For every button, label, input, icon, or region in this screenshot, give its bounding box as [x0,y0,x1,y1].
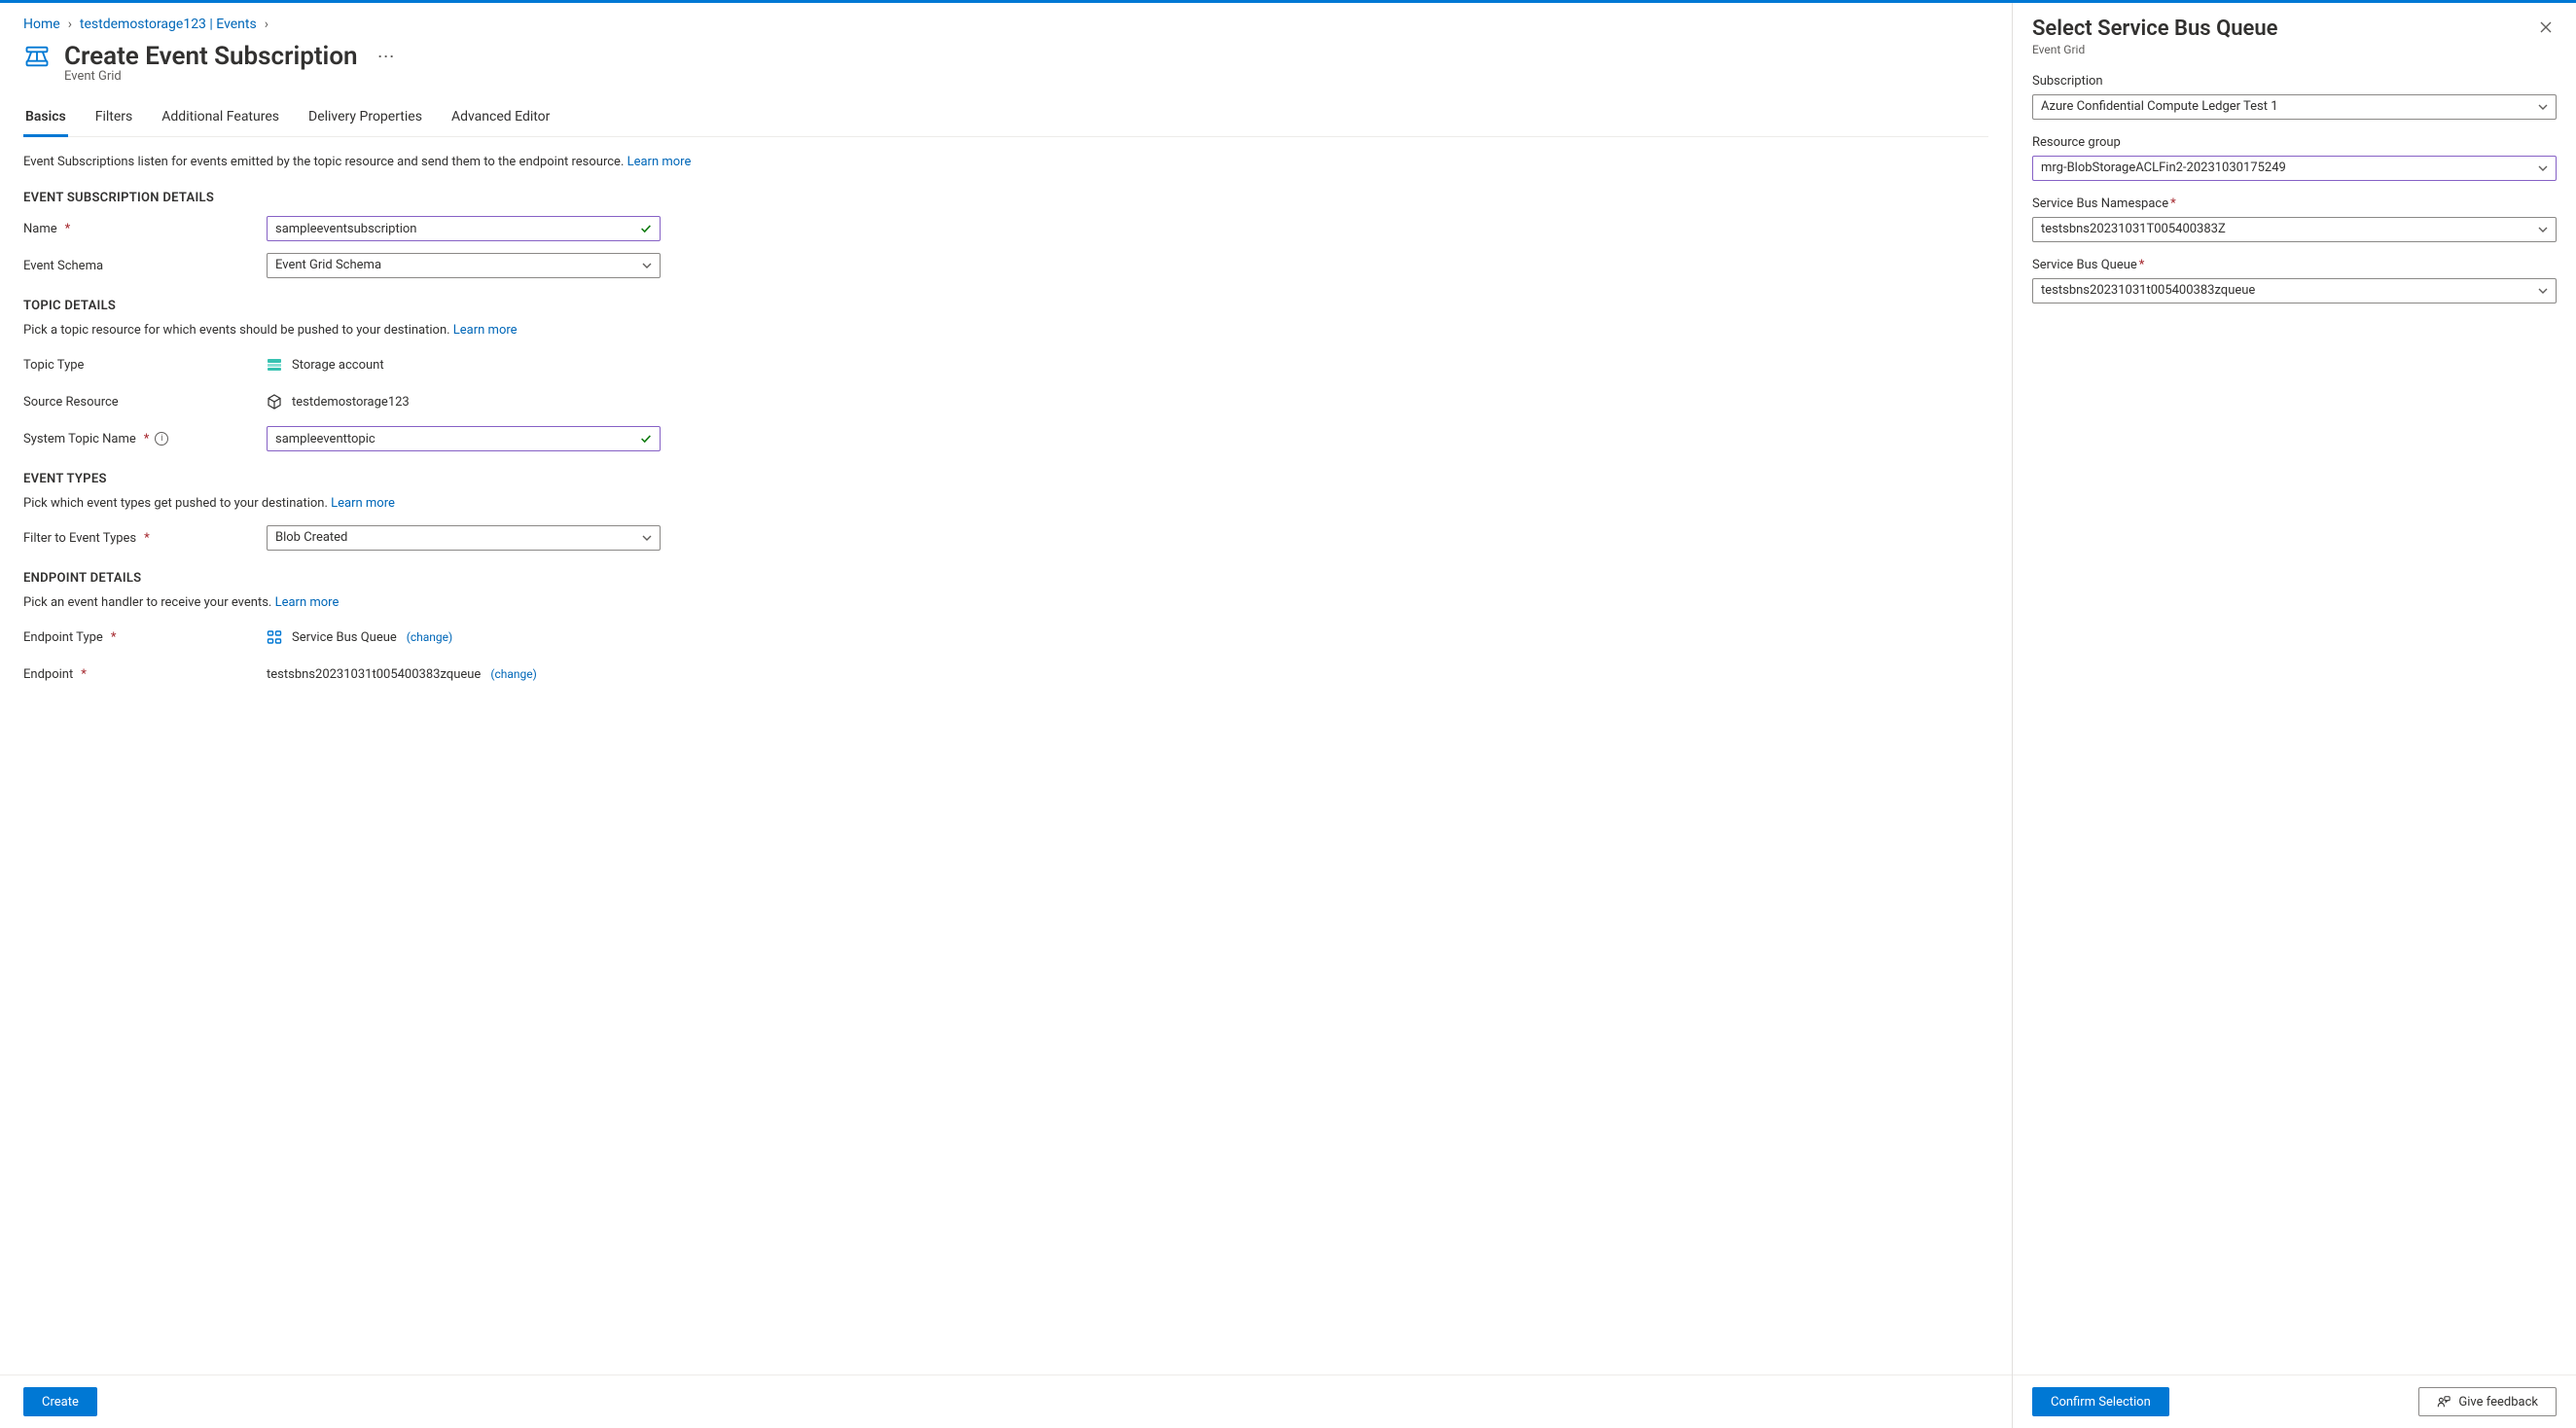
cube-icon [267,394,282,410]
panel-close-button[interactable] [2535,17,2557,38]
main-scroll: Home › testdemostorage123 | Events › Cre… [0,3,2012,1374]
subscription-name-input[interactable] [267,216,661,241]
page-header: Create Event Subscription ⋯ [23,42,1988,71]
label-subscription: Subscription [2032,74,2557,89]
give-feedback-button[interactable]: Give feedback [2418,1387,2557,1416]
storage-account-icon [267,357,282,373]
label-filter-event-types: Filter to Event Types* [23,531,267,546]
section-endpoint-details: ENDPOINT DETAILS [23,571,1988,586]
section-event-types: EVENT TYPES [23,472,1988,486]
select-queue-panel: Select Service Bus Queue Event Grid Subs… [2012,3,2576,1428]
main-pane: Home › testdemostorage123 | Events › Cre… [0,3,2012,1428]
breadcrumb-home[interactable]: Home [23,17,60,32]
endpoint-value: testsbns20231031t005400383zqueue [267,667,481,682]
endpoint-type-value: Service Bus Queue [292,630,397,645]
label-event-schema: Event Schema [23,259,267,273]
endpoint-learn-more[interactable]: Learn more [275,595,340,610]
intro-learn-more[interactable]: Learn more [627,155,692,169]
breadcrumb-resource[interactable]: testdemostorage123 | Events [80,17,257,32]
chevron-right-icon: › [265,17,268,32]
resource-group-select[interactable]: mrg-BlobStorageACLFin2-20231030175249 [2032,156,2557,181]
event-types-helper: Pick which event types get pushed to you… [23,496,1988,511]
page-subtitle: Event Grid [64,69,1988,84]
topic-helper: Pick a topic resource for which events s… [23,323,1988,338]
panel-title: Select Service Bus Queue [2032,17,2535,41]
label-source-resource: Source Resource [23,395,267,410]
panel-subtitle: Event Grid [2032,43,2535,56]
section-subscription-details: EVENT SUBSCRIPTION DETAILS [23,191,1988,205]
label-topic-type: Topic Type [23,358,267,373]
tab-additional-features[interactable]: Additional Features [160,101,281,137]
label-name: Name* [23,222,267,236]
endpoint-type-change[interactable]: change [407,630,452,644]
main-footer: Create [0,1374,2012,1428]
sb-namespace-select[interactable]: testsbns20231031T005400383Z [2032,217,2557,242]
filter-event-types-select[interactable]: Blob Created [267,525,661,551]
label-system-topic-name: System Topic Name* i [23,432,267,446]
label-sb-queue: Service Bus Queue* [2032,258,2557,272]
label-resource-group: Resource group [2032,135,2557,150]
source-resource-value: testdemostorage123 [292,395,410,410]
event-schema-select[interactable]: Event Grid Schema [267,253,661,278]
event-types-learn-more[interactable]: Learn more [331,496,395,511]
tab-advanced-editor[interactable]: Advanced Editor [449,101,552,137]
tab-basics[interactable]: Basics [23,101,68,137]
label-sb-namespace: Service Bus Namespace* [2032,196,2557,211]
chevron-right-icon: › [68,17,72,32]
more-actions-button[interactable]: ⋯ [372,43,401,71]
person-feedback-icon [2437,1395,2451,1409]
section-topic-details: TOPIC DETAILS [23,299,1988,313]
label-endpoint: Endpoint* [23,667,267,682]
label-endpoint-type: Endpoint Type* [23,630,267,645]
endpoint-change[interactable]: change [490,667,536,681]
info-icon[interactable]: i [155,432,168,446]
sb-queue-select[interactable]: testsbns20231031t005400383zqueue [2032,278,2557,303]
page-title: Create Event Subscription [64,42,358,71]
event-grid-icon [23,43,51,70]
breadcrumb: Home › testdemostorage123 | Events › [23,13,1988,42]
tabs: Basics Filters Additional Features Deliv… [23,101,1988,137]
tab-filters[interactable]: Filters [93,101,135,137]
intro-text: Event Subscriptions listen for events em… [23,155,1988,169]
tab-delivery-properties[interactable]: Delivery Properties [306,101,424,137]
give-feedback-label: Give feedback [2458,1395,2538,1410]
endpoint-helper: Pick an event handler to receive your ev… [23,595,1988,610]
service-bus-queue-icon [267,629,282,645]
system-topic-name-input[interactable] [267,426,661,451]
create-button[interactable]: Create [23,1387,97,1416]
topic-type-value: Storage account [292,358,384,373]
topic-learn-more[interactable]: Learn more [453,323,518,338]
subscription-select[interactable]: Azure Confidential Compute Ledger Test 1 [2032,94,2557,120]
intro-text-body: Event Subscriptions listen for events em… [23,155,627,169]
confirm-selection-button[interactable]: Confirm Selection [2032,1387,2169,1416]
